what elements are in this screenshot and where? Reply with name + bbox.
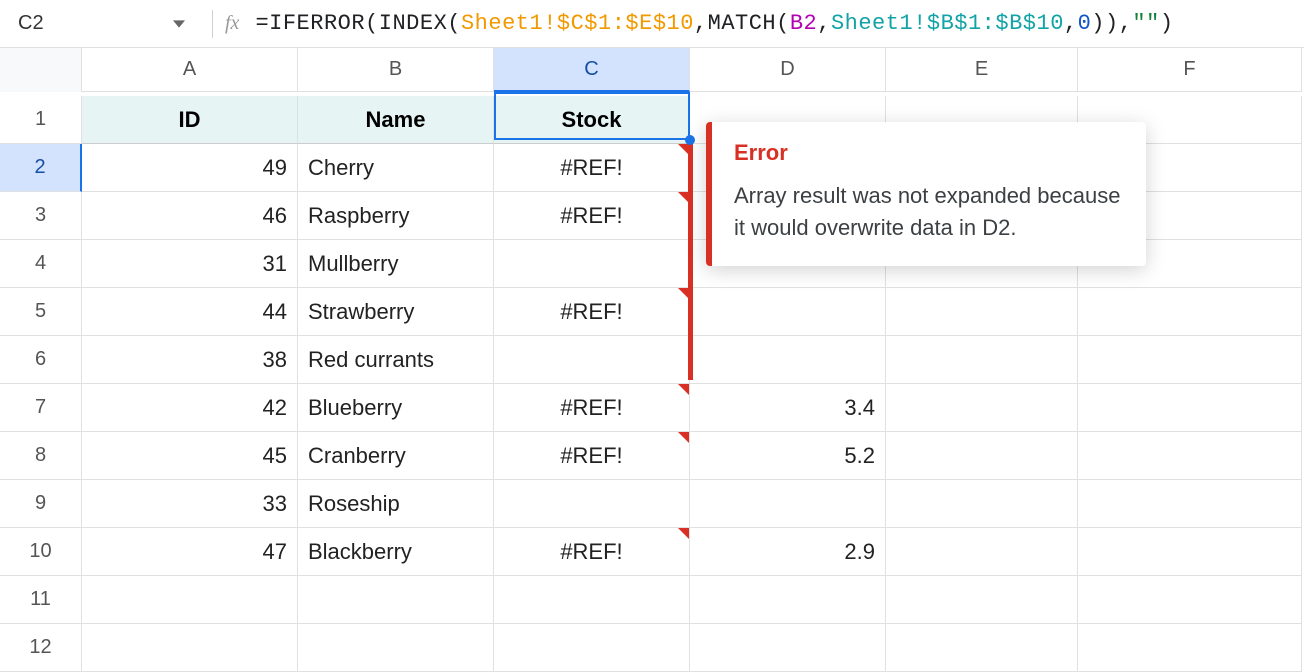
cell-D10[interactable]: 2.9 — [690, 528, 886, 576]
cell-A11[interactable] — [82, 576, 298, 624]
cell-C12[interactable] — [494, 624, 690, 672]
cell-A10[interactable]: 47 — [82, 528, 298, 576]
cell-F11[interactable] — [1078, 576, 1302, 624]
col-header-F[interactable]: F — [1078, 48, 1302, 92]
error-indicator-icon — [678, 384, 689, 395]
cell-E9[interactable] — [886, 480, 1078, 528]
cell-B3[interactable]: Raspberry — [298, 192, 494, 240]
cell-C2[interactable]: #REF! — [494, 144, 690, 192]
cell-C11[interactable] — [494, 576, 690, 624]
cell-A9[interactable]: 33 — [82, 480, 298, 528]
cell-D8[interactable]: 5.2 — [690, 432, 886, 480]
cell-D6[interactable] — [690, 336, 886, 384]
cell-B11[interactable] — [298, 576, 494, 624]
row-header-1[interactable]: 1 — [0, 96, 82, 144]
cell-E6[interactable] — [886, 336, 1078, 384]
tooltip-title: Error — [734, 140, 1124, 166]
row-header-3[interactable]: 3 — [0, 192, 82, 240]
cell-A8[interactable]: 45 — [82, 432, 298, 480]
cell-C1[interactable]: Stock — [494, 96, 690, 144]
cell-B6[interactable]: Red currants — [298, 336, 494, 384]
cell-E10[interactable] — [886, 528, 1078, 576]
cell-A7[interactable]: 42 — [82, 384, 298, 432]
name-box-dropdown[interactable] — [158, 0, 200, 47]
row-header-6[interactable]: 6 — [0, 336, 82, 384]
col-header-E[interactable]: E — [886, 48, 1078, 92]
cell-A3[interactable]: 46 — [82, 192, 298, 240]
cell-B1[interactable]: Name — [298, 96, 494, 144]
col-header-D[interactable]: D — [690, 48, 886, 92]
col-header-B[interactable]: B — [298, 48, 494, 92]
cell-F8[interactable] — [1078, 432, 1302, 480]
cell-D9[interactable] — [690, 480, 886, 528]
cell-A6[interactable]: 38 — [82, 336, 298, 384]
cell-F10[interactable] — [1078, 528, 1302, 576]
cell-B10[interactable]: Blackberry — [298, 528, 494, 576]
cell-A5[interactable]: 44 — [82, 288, 298, 336]
cell-E5[interactable] — [886, 288, 1078, 336]
cell-A1[interactable]: ID — [82, 96, 298, 144]
name-box[interactable]: C2 — [8, 0, 158, 47]
fill-handle[interactable] — [685, 135, 695, 145]
cell-E8[interactable] — [886, 432, 1078, 480]
cell-D7[interactable]: 3.4 — [690, 384, 886, 432]
cell-A2[interactable]: 49 — [82, 144, 298, 192]
row-header-8[interactable]: 8 — [0, 432, 82, 480]
cell-C8[interactable]: #REF! — [494, 432, 690, 480]
cell-F7[interactable] — [1078, 384, 1302, 432]
cell-D12[interactable] — [690, 624, 886, 672]
formula-bar: C2 fx =IFERROR(INDEX(Sheet1!$C$1:$E$10,M… — [0, 0, 1304, 48]
error-indicator-icon — [678, 432, 689, 443]
cell-B7[interactable]: Blueberry — [298, 384, 494, 432]
cell-C4[interactable] — [494, 240, 690, 288]
col-header-C[interactable]: C — [494, 48, 690, 92]
chevron-down-icon — [173, 18, 185, 30]
formula-input[interactable]: =IFERROR(INDEX(Sheet1!$C$1:$E$10,MATCH(B… — [255, 11, 1173, 36]
cell-E11[interactable] — [886, 576, 1078, 624]
cell-F5[interactable] — [1078, 288, 1302, 336]
row-header-4[interactable]: 4 — [0, 240, 82, 288]
row-header-9[interactable]: 9 — [0, 480, 82, 528]
cell-D11[interactable] — [690, 576, 886, 624]
cell-C5[interactable]: #REF! — [494, 288, 690, 336]
col-header-A[interactable]: A — [82, 48, 298, 92]
row-header-5[interactable]: 5 — [0, 288, 82, 336]
cell-E12[interactable] — [886, 624, 1078, 672]
cell-B12[interactable] — [298, 624, 494, 672]
cell-C10[interactable]: #REF! — [494, 528, 690, 576]
cell-C9[interactable] — [494, 480, 690, 528]
cell-C6[interactable] — [494, 336, 690, 384]
cell-E7[interactable] — [886, 384, 1078, 432]
row-header-2[interactable]: 2 — [0, 144, 82, 192]
tooltip-body: Array result was not expanded because it… — [734, 180, 1124, 244]
cell-F6[interactable] — [1078, 336, 1302, 384]
error-tooltip: Error Array result was not expanded beca… — [706, 122, 1146, 266]
select-all-corner[interactable] — [0, 48, 82, 92]
row-header-11[interactable]: 11 — [0, 576, 82, 624]
cell-C3[interactable]: #REF! — [494, 192, 690, 240]
error-indicator-icon — [678, 528, 689, 539]
cell-F9[interactable] — [1078, 480, 1302, 528]
row-header-12[interactable]: 12 — [0, 624, 82, 672]
cell-B9[interactable]: Roseship — [298, 480, 494, 528]
row-header-10[interactable]: 10 — [0, 528, 82, 576]
cell-B2[interactable]: Cherry — [298, 144, 494, 192]
cell-D5[interactable] — [690, 288, 886, 336]
fx-icon: fx — [225, 12, 239, 35]
separator — [212, 10, 213, 38]
cell-A4[interactable]: 31 — [82, 240, 298, 288]
cell-B5[interactable]: Strawberry — [298, 288, 494, 336]
spill-error-bar — [688, 140, 693, 380]
cell-A12[interactable] — [82, 624, 298, 672]
row-header-7[interactable]: 7 — [0, 384, 82, 432]
cell-C7[interactable]: #REF! — [494, 384, 690, 432]
cell-B8[interactable]: Cranberry — [298, 432, 494, 480]
cell-F12[interactable] — [1078, 624, 1302, 672]
cell-B4[interactable]: Mullberry — [298, 240, 494, 288]
